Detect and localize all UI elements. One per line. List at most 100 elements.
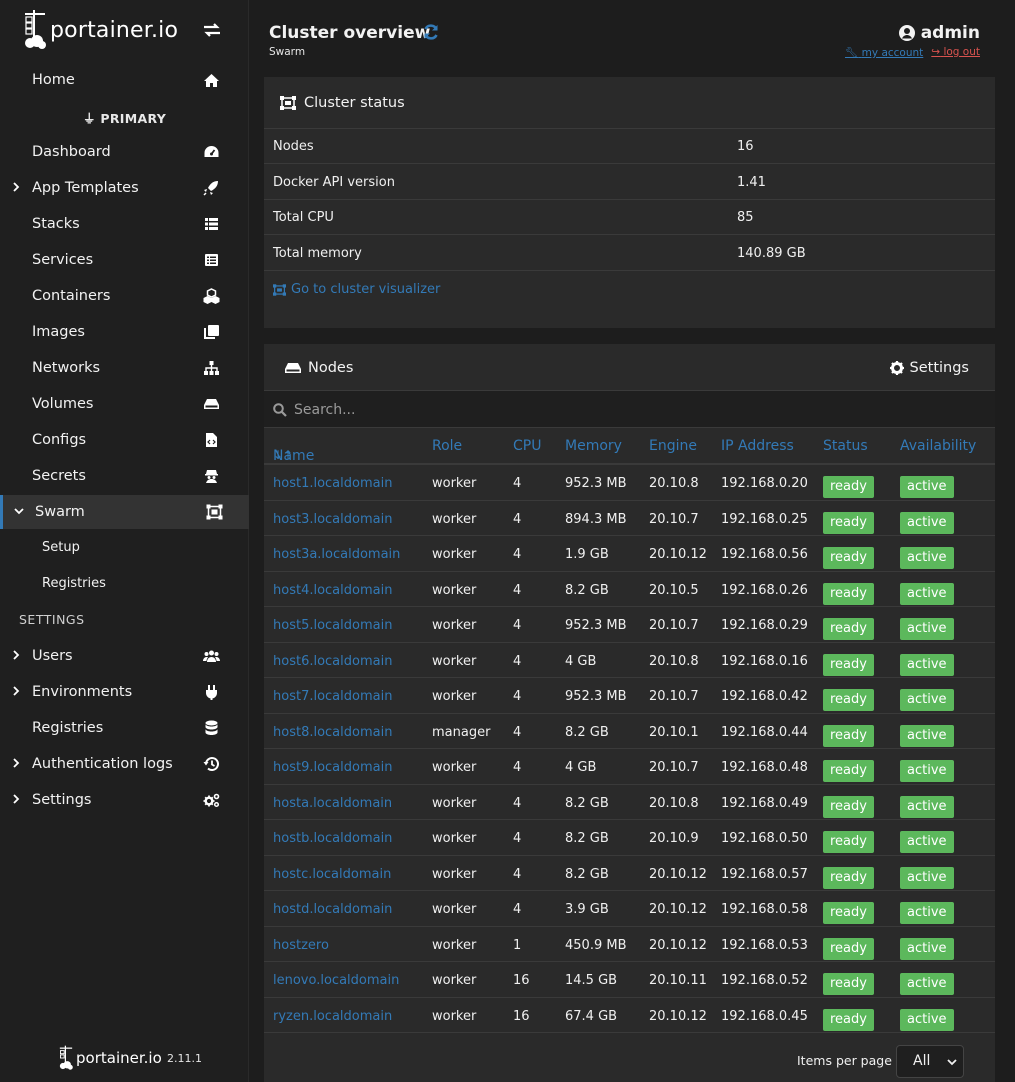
clone-icon — [204, 325, 219, 339]
sidebar-item-authentication-logs[interactable]: Authentication logs — [0, 747, 249, 781]
my-account-link[interactable]: 🔧︎ my account — [845, 46, 923, 59]
availability-badge: active — [900, 511, 954, 534]
sidebar-item-users[interactable]: Users — [0, 639, 249, 673]
node-name-link[interactable]: host6.localdomain — [273, 654, 392, 669]
column-header-cpu[interactable]: CPU — [513, 438, 541, 454]
sidebar-item-swarm-setup[interactable]: Setup — [0, 530, 249, 564]
refresh-icon[interactable] — [422, 23, 440, 41]
sidebar: portainer.io Home ⏚ PRIMARY Dashboard App… — [0, 0, 249, 1082]
node-name-link[interactable]: host3a.localdomain — [273, 547, 400, 562]
node-name-link[interactable]: hosta.localdomain — [273, 796, 392, 811]
column-header-availability[interactable]: Availability — [900, 438, 976, 454]
cluster-status-row: Docker API version 1.41 — [264, 165, 995, 200]
table-row: hostzero worker 1 450.9 MB 20.10.12 192.168.0… — [264, 927, 995, 962]
node-memory: 4 GB — [565, 653, 597, 669]
log-out-link[interactable]: ↪ log out — [931, 46, 980, 59]
sidebar-item-settings[interactable]: Settings — [0, 783, 249, 817]
sidebar-item-home[interactable]: Home — [0, 63, 249, 97]
node-engine: 20.10.8 — [649, 653, 699, 669]
node-ip-address: 192.168.0.58 — [721, 902, 808, 917]
environment-name: PRIMARY — [100, 111, 167, 126]
sidebar-item-secrets[interactable]: Secrets — [0, 459, 249, 493]
node-cpu: 4 — [513, 582, 522, 598]
node-name-link[interactable]: host9.localdomain — [273, 760, 392, 775]
status-badge: ready — [823, 902, 874, 924]
node-name-link[interactable]: hostb.localdomain — [273, 831, 392, 846]
sidebar-item-environments[interactable]: Environments — [0, 675, 249, 709]
node-role: worker — [432, 618, 477, 633]
chevron-right-icon — [13, 182, 20, 192]
items-per-page-select[interactable]: All — [896, 1045, 964, 1078]
table-row: hostb.localdomain worker 4 8.2 GB 20.10.9 192… — [264, 820, 995, 856]
sidebar-item-containers[interactable]: Containers — [0, 279, 249, 313]
column-header-ip-address[interactable]: IP Address — [721, 438, 794, 454]
logo-text: portainer.io — [50, 17, 179, 43]
node-ip-address: 192.168.0.20 — [721, 476, 808, 491]
search-input[interactable] — [294, 397, 974, 422]
column-header-role[interactable]: Role — [432, 438, 462, 454]
availability-badge: active — [900, 1008, 954, 1031]
sidebar-item-images[interactable]: Images — [0, 315, 249, 349]
nodes-title: Nodes — [285, 360, 353, 376]
status-badge: ready — [823, 547, 874, 569]
users-icon — [203, 650, 220, 662]
column-header-engine[interactable]: Engine — [649, 438, 697, 454]
node-name-link[interactable]: host3.localdomain — [273, 512, 392, 527]
column-header-status[interactable]: Status — [823, 438, 868, 454]
status-badge: ready — [823, 866, 874, 889]
node-ip-address: 192.168.0.16 — [721, 653, 808, 669]
node-cpu: 4 — [513, 902, 522, 917]
logo-row: portainer.io — [0, 0, 249, 62]
sidebar-item-services[interactable]: Services — [0, 243, 249, 277]
table-settings-button[interactable]: Settings — [889, 360, 969, 376]
node-name-link[interactable]: hostd.localdomain — [273, 902, 392, 917]
node-engine: 20.10.12 — [649, 866, 707, 882]
status-value: 1.41 — [737, 174, 766, 190]
sidebar-item-configs[interactable]: Configs — [0, 423, 249, 457]
availability-badge: active — [900, 866, 954, 889]
node-name-link[interactable]: host8.localdomain — [273, 725, 392, 740]
sidebar-item-label: Networks — [32, 360, 101, 376]
rocket-icon — [203, 181, 218, 196]
node-name-link[interactable]: host7.localdomain — [273, 689, 392, 704]
cluster-visualizer-link[interactable]: Go to cluster visualizer — [273, 282, 440, 297]
node-memory: 67.4 GB — [565, 1008, 618, 1024]
sidebar-item-volumes[interactable]: Volumes — [0, 387, 249, 421]
cluster-visualizer-label: Go to cluster visualizer — [291, 282, 441, 297]
user-name: admin — [898, 23, 980, 43]
sidebar-item-swarm-registries[interactable]: Registries — [0, 566, 249, 600]
hdd-icon — [204, 399, 219, 409]
portainer-logo[interactable]: portainer.io — [22, 10, 178, 50]
availability-badge: active — [900, 937, 954, 960]
node-name-link[interactable]: ryzen.localdomain — [273, 1009, 392, 1024]
sidebar-item-swarm[interactable]: Swarm — [0, 495, 249, 529]
sidebar-item-registries[interactable]: Registries — [0, 711, 249, 745]
sidebar-item-label: Environments — [32, 684, 133, 700]
node-ip-address: 192.168.0.26 — [721, 582, 808, 598]
cluster-status-title: Cluster status — [304, 94, 405, 111]
column-header-memory[interactable]: Memory — [565, 438, 622, 454]
status-badge: ready — [823, 511, 874, 534]
node-name-link[interactable]: lenovo.localdomain — [273, 973, 399, 988]
sidebar-item-app-templates[interactable]: App Templates — [0, 171, 249, 205]
sidebar-item-label: Registries — [32, 720, 104, 736]
availability-badge: active — [900, 795, 954, 818]
sidebar-item-networks[interactable]: Networks — [0, 351, 249, 385]
node-name-link[interactable]: host5.localdomain — [273, 618, 392, 633]
sidebar-item-label: Users — [32, 648, 73, 664]
status-badge: ready — [823, 937, 874, 960]
settings-section-title: SETTINGS — [19, 612, 85, 627]
status-key: Total memory — [273, 245, 362, 261]
sidebar-item-stacks[interactable]: Stacks — [0, 207, 249, 241]
sidebar-item-label: Registries — [42, 575, 106, 591]
sidebar-item-dashboard[interactable]: Dashboard — [0, 135, 249, 169]
node-name-link[interactable]: hostc.localdomain — [273, 867, 391, 882]
node-name-link[interactable]: host4.localdomain — [273, 583, 392, 598]
chevron-down-icon — [14, 508, 24, 515]
exchange-icon[interactable] — [202, 22, 222, 38]
portainer-logo-icon — [25, 10, 46, 49]
node-name-link[interactable]: host1.localdomain — [273, 476, 392, 491]
node-name-link[interactable]: hostzero — [273, 938, 329, 953]
chevron-down-icon — [947, 1059, 957, 1066]
node-role: worker — [432, 476, 477, 491]
